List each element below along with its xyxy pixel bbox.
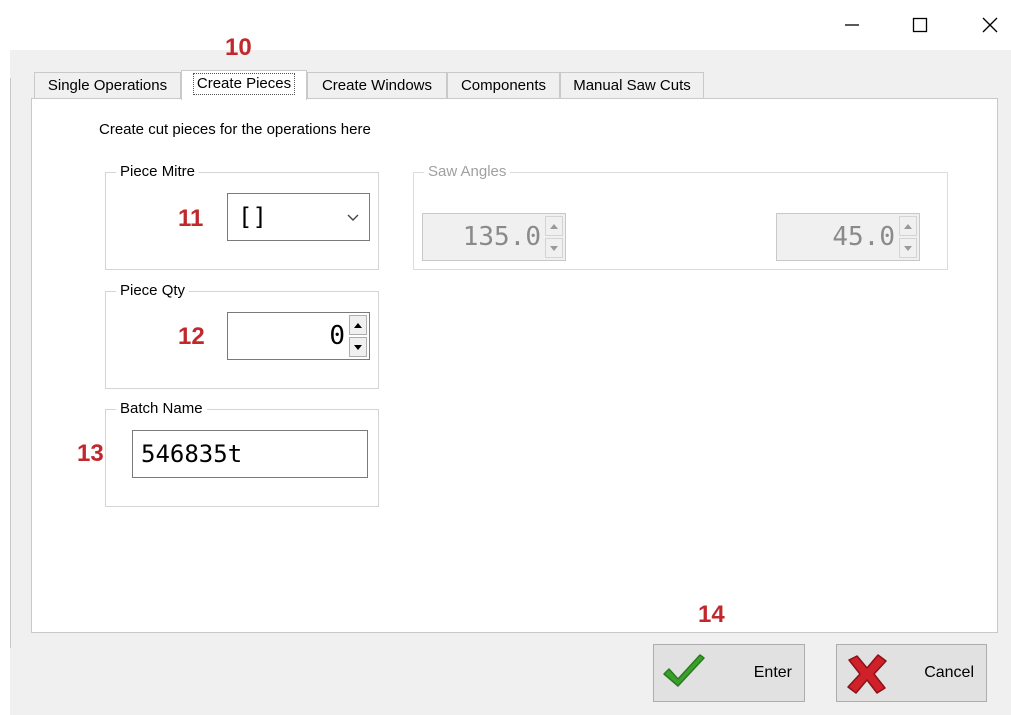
dialog: Single Operations Create Pieces Create W… [10, 50, 1011, 715]
tab-create-pieces[interactable]: Create Pieces [181, 70, 307, 100]
down-arrow-icon [904, 245, 912, 251]
saw-angle-left-value: 135.0 [462, 222, 541, 252]
left-divider [10, 78, 11, 648]
close-icon [982, 17, 998, 33]
tab-single-operations[interactable]: Single Operations [34, 72, 181, 98]
marker-11: 11 [178, 205, 204, 232]
marker-12: 12 [178, 323, 205, 350]
saw-angle-left-spinner[interactable]: 135.0 [422, 213, 566, 261]
chevron-down-icon [347, 214, 359, 221]
spin-up-button[interactable] [349, 315, 367, 335]
saw-angle-right-value: 45.0 [832, 222, 895, 252]
down-arrow-icon [354, 344, 362, 350]
saw-angles-group: Saw Angles 135.0 45.0 [413, 163, 948, 270]
enter-label: Enter [753, 664, 792, 681]
down-arrow-icon [550, 245, 558, 251]
saw-angle-right-spinner[interactable]: 45.0 [776, 213, 920, 261]
tab-manual-saw-cuts[interactable]: Manual Saw Cuts [560, 72, 704, 98]
minimize-button[interactable] [830, 8, 874, 42]
spin-down-button[interactable] [349, 337, 367, 357]
title-bar [0, 0, 1011, 50]
piece-mitre-group: Piece Mitre 11 [] [105, 163, 379, 270]
spin-up-button[interactable] [545, 216, 563, 236]
tab-label: Manual Saw Cuts [573, 77, 691, 94]
up-arrow-icon [354, 322, 362, 328]
batch-name-input[interactable]: 546835t [132, 430, 368, 478]
up-arrow-icon [550, 223, 558, 229]
maximize-button[interactable] [898, 8, 942, 42]
marker-14: 14 [698, 601, 725, 628]
spin-up-button[interactable] [899, 216, 917, 236]
spin-down-button[interactable] [899, 238, 917, 258]
tab-create-windows[interactable]: Create Windows [307, 72, 447, 98]
maximize-icon [912, 17, 928, 33]
up-arrow-icon [904, 223, 912, 229]
tab-label: Single Operations [47, 77, 168, 94]
piece-mitre-value: [] [238, 203, 267, 231]
piece-qty-spinner[interactable]: 0 [227, 312, 370, 360]
enter-button[interactable]: Enter [653, 644, 805, 702]
piece-qty-value: 0 [329, 321, 345, 351]
batch-name-group: Batch Name 546835t [105, 400, 379, 507]
saw-angles-label: Saw Angles [424, 163, 511, 181]
intro-text: Create cut pieces for the operations her… [99, 121, 371, 138]
check-icon [663, 654, 705, 687]
cancel-button[interactable]: Cancel [836, 644, 987, 702]
minimize-icon [845, 24, 859, 26]
marker-10: 10 [225, 34, 252, 61]
cancel-label: Cancel [924, 664, 974, 681]
piece-mitre-dropdown[interactable]: [] [227, 193, 370, 241]
create-pieces-panel: Create cut pieces for the operations her… [31, 98, 998, 633]
close-button[interactable] [968, 8, 1011, 42]
cross-icon [847, 654, 887, 694]
tab-label: Create Windows [321, 77, 433, 94]
tab-components[interactable]: Components [447, 72, 560, 98]
tab-label: Components [460, 77, 547, 94]
piece-mitre-label: Piece Mitre [116, 163, 200, 181]
piece-qty-group: Piece Qty 12 0 [105, 282, 379, 389]
marker-13: 13 [77, 440, 104, 467]
tab-label: Create Pieces [192, 73, 296, 95]
piece-qty-label: Piece Qty [116, 282, 190, 300]
batch-name-label: Batch Name [116, 400, 207, 418]
spin-down-button[interactable] [545, 238, 563, 258]
